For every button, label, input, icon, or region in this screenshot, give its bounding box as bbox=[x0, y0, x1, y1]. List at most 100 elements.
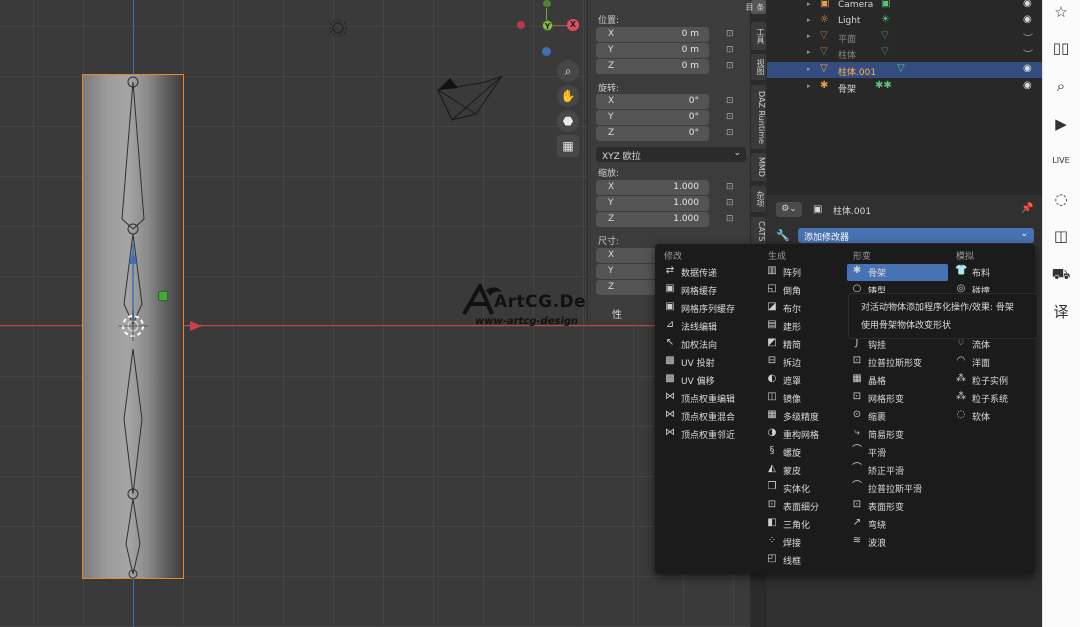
menu-item[interactable]: ◠ 洋面 bbox=[955, 354, 1031, 371]
menu-item[interactable]: ⋈ 顶点权重邻近 bbox=[664, 426, 756, 443]
menu-item[interactable]: ◩ 精简 bbox=[766, 336, 846, 353]
pan-hand-icon[interactable]: ✋ bbox=[557, 85, 579, 107]
lock-icon[interactable]: ⊡ bbox=[726, 128, 736, 138]
menu-item[interactable]: ≋ 波浪 bbox=[851, 534, 948, 551]
tab-cats[interactable]: CATS bbox=[751, 217, 766, 245]
scale-z-field[interactable]: Z 1.000 bbox=[596, 212, 709, 227]
outliner-row-cylinder[interactable]: ▸ ▽ 柱体 ▽ ︶ bbox=[767, 45, 1042, 61]
menu-item[interactable]: § 螺旋 bbox=[766, 444, 846, 461]
lock-icon[interactable]: ⊡ bbox=[726, 61, 736, 71]
menu-item[interactable]: ↖ 加权法向 bbox=[664, 336, 756, 353]
menu-item[interactable]: ◑ 重构网格 bbox=[766, 426, 846, 443]
menu-item[interactable]: ▩ UV 偏移 bbox=[664, 372, 756, 389]
menu-item[interactable]: ⊟ 拆边 bbox=[766, 354, 846, 371]
bag-icon[interactable]: ◫ bbox=[1051, 226, 1071, 246]
lock-icon[interactable]: ⊡ bbox=[726, 29, 736, 39]
book-icon[interactable]: ▯▯ bbox=[1051, 38, 1071, 58]
menu-item[interactable]: ⌒ 矫正平滑 bbox=[851, 462, 948, 479]
outliner-row-plane[interactable]: ▸ ▽ 平面 ▽ ︶ bbox=[767, 29, 1042, 45]
menu-item[interactable]: ▤ 建形 bbox=[766, 318, 846, 335]
star-icon[interactable]: ☆ bbox=[1051, 2, 1071, 22]
menu-item[interactable]: ⊙ 缩裹 bbox=[851, 408, 948, 425]
tab-item[interactable]: 条目 bbox=[745, 0, 766, 14]
tab-misc[interactable]: 杂项 bbox=[751, 186, 766, 212]
add-modifier-button[interactable]: 添加修改器 ⌄ bbox=[798, 228, 1034, 243]
chat-icon[interactable]: ◌ bbox=[1051, 189, 1071, 209]
menu-item[interactable]: 👕 布料 bbox=[955, 264, 1031, 281]
grid-view-icon[interactable]: ▦ bbox=[557, 135, 579, 157]
location-y-field[interactable]: Y0 m bbox=[596, 43, 709, 58]
menu-item[interactable]: ⁘ 焊接 bbox=[766, 534, 846, 551]
translate-icon[interactable]: 译 bbox=[1051, 302, 1071, 322]
editor-type-icon[interactable]: ⚙⌄ bbox=[776, 202, 802, 217]
tab-daz-runtime[interactable]: DAZ Runtime bbox=[751, 85, 766, 149]
menu-item[interactable]: ⊿ 法线编辑 bbox=[664, 318, 756, 335]
live-icon[interactable]: LIVE bbox=[1051, 151, 1071, 171]
menu-item[interactable]: ◐ 遮罩 bbox=[766, 372, 846, 389]
lock-icon[interactable]: ⊡ bbox=[726, 112, 736, 122]
location-x-field[interactable]: X0 m bbox=[596, 27, 709, 42]
menu-item[interactable]: ⁂ 粒子实例 bbox=[955, 372, 1031, 389]
lock-icon[interactable]: ⊡ bbox=[726, 182, 736, 192]
tab-mmd[interactable]: MMD bbox=[751, 153, 766, 181]
menu-item[interactable]: ⋈ 顶点权重混合 bbox=[664, 408, 756, 425]
menu-item[interactable]: ⊡ 拉普拉斯形变 bbox=[851, 354, 948, 371]
lock-icon[interactable]: ⊡ bbox=[726, 96, 736, 106]
outliner-row-armature[interactable]: ▸ ✱ 骨架 ✱✱ ◉ bbox=[767, 79, 1042, 95]
rotation-y-field[interactable]: Y 0° bbox=[596, 110, 709, 125]
scale-y-field[interactable]: Y 1.000 bbox=[596, 196, 709, 211]
camera-view-icon[interactable]: ⬣ bbox=[557, 110, 579, 132]
scale-x-field[interactable]: X 1.000 bbox=[596, 180, 709, 195]
plane-handle[interactable] bbox=[158, 291, 168, 301]
lock-icon[interactable]: ⊡ bbox=[726, 45, 736, 55]
lock-icon[interactable]: ⊡ bbox=[726, 214, 736, 224]
location-z-field[interactable]: Z0 m bbox=[596, 59, 709, 74]
menu-item[interactable]: ◭ 蒙皮 bbox=[766, 462, 846, 479]
menu-item[interactable]: ⌒ 拉普拉斯平滑 bbox=[851, 480, 948, 497]
pin-icon[interactable]: 📌 bbox=[1021, 203, 1033, 214]
gizmo-neg-y[interactable] bbox=[543, 0, 551, 7]
camera-object[interactable] bbox=[436, 76, 506, 146]
lock-icon[interactable]: ⊡ bbox=[726, 198, 736, 208]
menu-item[interactable]: ▣ 网格缓存 bbox=[664, 282, 756, 299]
menu-item[interactable]: ↗ 弯绕 bbox=[851, 516, 948, 533]
dimension-y-field[interactable]: Y bbox=[596, 264, 658, 279]
outliner-row-camera[interactable]: ▸ ▣ Camera ▣ ◉ bbox=[767, 0, 1042, 13]
menu-item[interactable]: ▦ 多级精度 bbox=[766, 408, 846, 425]
gizmo-x-axis[interactable]: X bbox=[567, 19, 579, 31]
rotation-mode-select[interactable]: XYZ 欧拉 ⌄ bbox=[596, 147, 746, 162]
3d-cursor-icon[interactable] bbox=[118, 311, 148, 341]
menu-item[interactable]: ◱ 倒角 bbox=[766, 282, 846, 299]
menu-item[interactable]: ◌ 软体 bbox=[955, 408, 1031, 425]
outliner-row-light[interactable]: ▸ ☼ Light ☀ ◉ bbox=[767, 13, 1042, 29]
gizmo-z-axis[interactable] bbox=[542, 47, 551, 56]
wrench-icon[interactable]: 🔧 bbox=[776, 229, 790, 242]
menu-item[interactable]: ⌒ 平滑 bbox=[851, 444, 948, 461]
gizmo-y-axis[interactable]: Y bbox=[542, 20, 553, 31]
tab-view[interactable]: 视图 bbox=[751, 54, 766, 80]
search-icon[interactable]: ⌕ bbox=[1051, 76, 1071, 96]
menu-item[interactable]: ◧ 三角化 bbox=[766, 516, 846, 533]
menu-item[interactable]: ⊡ 表面细分 bbox=[766, 498, 846, 515]
menu-item[interactable]: ⤷ 简易形变 bbox=[851, 426, 948, 443]
video-icon[interactable]: ▶ bbox=[1051, 114, 1071, 134]
tab-tool[interactable]: 工具 bbox=[751, 22, 766, 50]
menu-item[interactable]: ◪ 布尔 bbox=[766, 300, 846, 317]
menu-item[interactable]: ▦ 晶格 bbox=[851, 372, 948, 389]
menu-item[interactable]: ⊡ 网格形变 bbox=[851, 390, 948, 407]
zoom-icon[interactable]: ⌕ bbox=[557, 60, 579, 82]
menu-item[interactable]: ▣ 网格序列缓存 bbox=[664, 300, 756, 317]
menu-item[interactable]: ⊡ 表面形变 bbox=[851, 498, 948, 515]
dimension-x-field[interactable]: X bbox=[596, 248, 658, 263]
menu-item[interactable]: ❒ 实体化 bbox=[766, 480, 846, 497]
rotation-z-field[interactable]: Z 0° bbox=[596, 126, 709, 141]
menu-item[interactable]: ▥ 阵列 bbox=[766, 264, 846, 281]
menu-item[interactable]: ⇄ 数据传递 bbox=[664, 264, 756, 281]
rotation-x-field[interactable]: X 0° bbox=[596, 94, 709, 109]
cart-icon[interactable]: ⛟ bbox=[1051, 264, 1071, 284]
dimension-z-field[interactable]: Z bbox=[596, 280, 658, 295]
menu-item-armature[interactable]: ✱ 骨架 bbox=[847, 264, 948, 281]
light-object-icon[interactable] bbox=[327, 17, 349, 39]
transform-x-arrow[interactable] bbox=[190, 320, 210, 332]
menu-item[interactable]: ◫ 镜像 bbox=[766, 390, 846, 407]
